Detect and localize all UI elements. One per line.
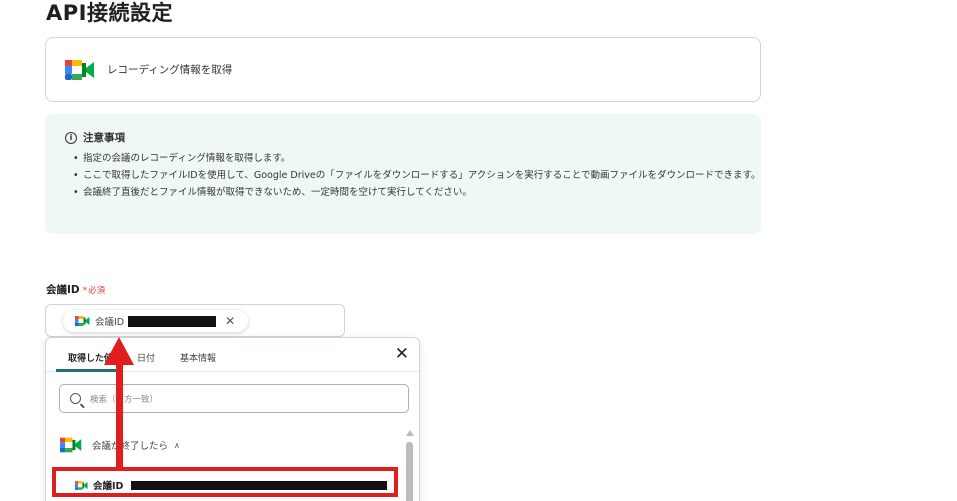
chip-label: 会議ID bbox=[95, 317, 125, 328]
search-placeholder: 検索（前方一致） bbox=[90, 394, 159, 405]
annotation-arrow-head bbox=[104, 337, 134, 365]
tab-basic-info[interactable]: 基本情報 bbox=[180, 351, 216, 364]
notice-box: i 注意事項 指定の会議のレコーディング情報を取得します。 ここで取得したファイ… bbox=[45, 114, 761, 234]
annotation-highlight-box bbox=[52, 467, 398, 497]
required-star: * bbox=[82, 286, 88, 296]
meeting-id-field[interactable]: 会議ID ✕ bbox=[45, 304, 345, 337]
annotation-arrow-shaft bbox=[116, 362, 123, 468]
meeting-id-label: 会議ID *必須 bbox=[46, 282, 105, 297]
notice-list: 指定の会議のレコーディング情報を取得します。 ここで取得したファイルIDを使用し… bbox=[65, 152, 761, 199]
notice-heading: i 注意事項 bbox=[65, 130, 741, 145]
close-icon[interactable]: ✕ bbox=[225, 315, 235, 327]
group-label: 会議が終了したら bbox=[92, 441, 169, 452]
scroll-up-arrow[interactable] bbox=[406, 430, 414, 436]
variable-chip[interactable]: 会議ID ✕ bbox=[63, 310, 248, 332]
info-icon: i bbox=[65, 131, 77, 144]
required-text: 必須 bbox=[88, 286, 106, 296]
meeting-id-label-text: 会議ID bbox=[46, 284, 80, 296]
google-meet-icon bbox=[65, 59, 94, 80]
search-input[interactable]: 検索（前方一致） bbox=[59, 384, 409, 413]
dropdown-tabs: 取得した値 日付 基本情報 ✕ bbox=[46, 338, 419, 372]
tab-date[interactable]: 日付 bbox=[137, 351, 155, 364]
notice-item: 会議終了直後だとファイル情報が取得できないため、一定時間を空けて実行してください… bbox=[73, 186, 765, 199]
search-icon bbox=[70, 393, 81, 404]
redacted-value bbox=[128, 315, 217, 327]
chevron-up-icon: ∧ bbox=[174, 440, 180, 450]
close-icon[interactable]: ✕ bbox=[395, 346, 409, 363]
google-meet-icon bbox=[60, 437, 82, 453]
active-tab-indicator bbox=[56, 369, 121, 372]
page-title: API接続設定 bbox=[46, 1, 173, 25]
notice-item: 指定の会議のレコーディング情報を取得します。 bbox=[73, 152, 765, 165]
action-label: レコーディング情報を取得 bbox=[107, 64, 233, 76]
google-meet-icon bbox=[75, 316, 90, 326]
page: API接続設定 レコーディング情報を取得 i 注意事項 指定の会議のレコーディン… bbox=[0, 0, 957, 501]
notice-item: ここで取得したファイルIDを使用して、Google Driveの「ファイルをダウ… bbox=[73, 169, 765, 182]
scrollbar[interactable] bbox=[406, 442, 413, 501]
notice-heading-text: 注意事項 bbox=[83, 132, 125, 144]
action-card[interactable]: レコーディング情報を取得 bbox=[45, 37, 761, 102]
